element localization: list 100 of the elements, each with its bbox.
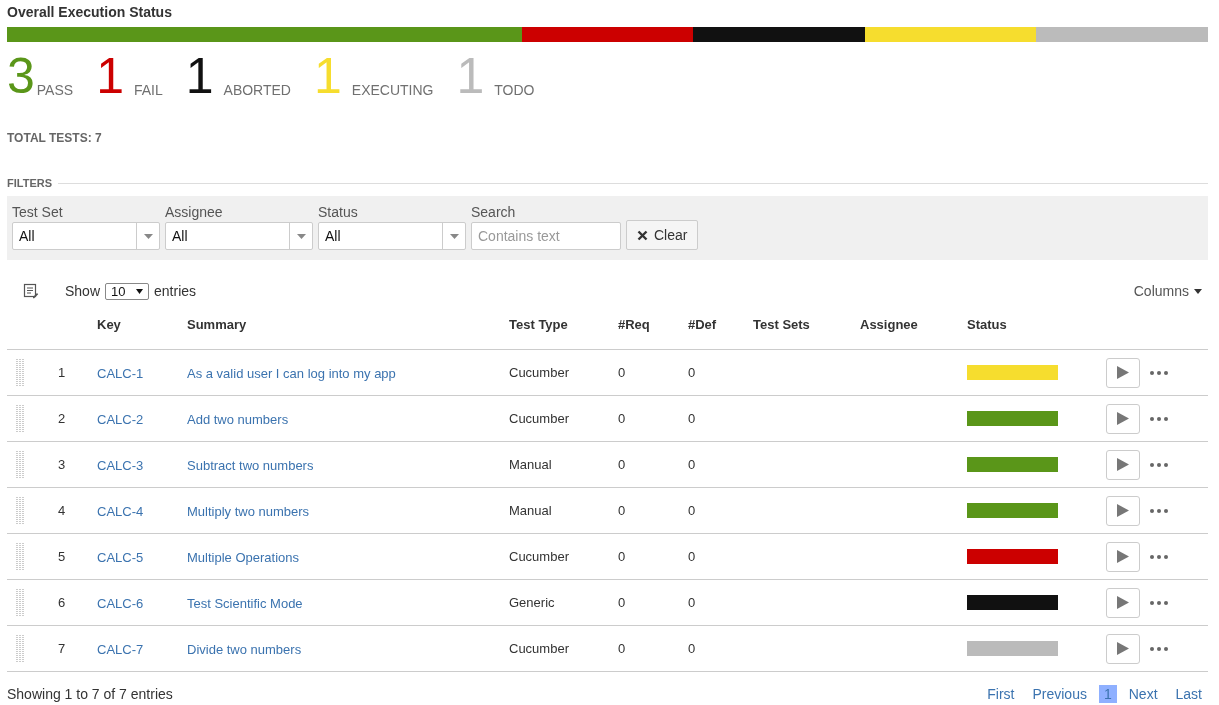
more-icon[interactable]: [1150, 600, 1168, 605]
issue-key-link[interactable]: CALC-6: [97, 595, 144, 611]
table-cell-text: 0: [688, 503, 697, 518]
play-button[interactable]: [1106, 633, 1140, 664]
close-icon: [637, 229, 648, 241]
drag-handle-icon[interactable]: [16, 542, 24, 571]
play-button[interactable]: [1106, 541, 1140, 572]
play-icon: [1117, 596, 1129, 609]
table-cell-text: 0: [688, 411, 697, 426]
column-header[interactable]: Summary: [187, 317, 509, 332]
clear-button[interactable]: Clear: [626, 220, 699, 250]
drag-handle-icon[interactable]: [16, 634, 24, 663]
more-icon[interactable]: [1150, 370, 1168, 375]
row-number: 2: [57, 411, 67, 426]
play-icon: [1117, 412, 1129, 425]
table-cell-text: Manual: [509, 503, 553, 518]
caret-icon: [296, 233, 306, 239]
summary-link[interactable]: As a valid user I can log into my app: [187, 365, 396, 381]
status-count: 1: [456, 55, 485, 97]
filter-dropdown[interactable]: All: [12, 222, 160, 250]
table-info: Showing 1 to 7 of 7 entries: [7, 686, 173, 702]
issue-key-link[interactable]: CALC-5: [97, 549, 144, 565]
drag-handle-icon[interactable]: [16, 496, 24, 525]
table-cell-text: 0: [688, 457, 697, 472]
table-cell-text: 0: [688, 641, 697, 656]
play-button[interactable]: [1106, 449, 1140, 480]
summary-link[interactable]: Multiple Operations: [187, 549, 299, 565]
more-icon[interactable]: [1150, 646, 1168, 651]
status-label: ABORTED: [223, 83, 291, 97]
table-cell-text: Cucumber: [509, 365, 570, 380]
play-button[interactable]: [1106, 403, 1140, 434]
summary-link[interactable]: Multiply two numbers: [187, 503, 310, 519]
play-icon: [1117, 366, 1129, 379]
play-button[interactable]: [1106, 357, 1140, 388]
column-header[interactable]: #Def: [688, 317, 753, 332]
filter-label: Status: [318, 204, 359, 222]
section-title: Overall Execution Status: [7, 4, 173, 22]
summary-link[interactable]: Test Scientific Mode: [187, 595, 303, 611]
play-icon: [1117, 642, 1129, 655]
drag-handle-icon[interactable]: [16, 358, 24, 387]
row-number: 7: [57, 641, 67, 656]
summary-link[interactable]: Add two numbers: [187, 411, 289, 427]
summary-link[interactable]: Subtract two numbers: [187, 457, 314, 473]
table-cell-text: 0: [618, 549, 627, 564]
table-cell-text: 0: [618, 457, 627, 472]
table-cell-text: Manual: [509, 457, 553, 472]
issue-key-link[interactable]: CALC-3: [97, 457, 144, 473]
caret-icon: [143, 233, 153, 239]
more-icon[interactable]: [1150, 554, 1168, 559]
play-button[interactable]: [1106, 495, 1140, 526]
search-field[interactable]: Contains text: [471, 222, 621, 250]
issue-key-link[interactable]: CALC-4: [97, 503, 144, 519]
row-number: 6: [57, 595, 67, 610]
table-cell-text: 0: [688, 365, 697, 380]
column-header[interactable]: Status: [967, 317, 1106, 332]
first-page-link[interactable]: First: [981, 684, 1021, 704]
table-cell-text: Cucumber: [509, 549, 570, 564]
play-icon: [1117, 550, 1129, 563]
issue-key-link[interactable]: CALC-7: [97, 641, 144, 657]
filter-dropdown[interactable]: All: [318, 222, 466, 250]
page-size-select[interactable]: 10: [105, 282, 150, 300]
table-cell-text: 0: [688, 549, 697, 564]
drag-handle-icon[interactable]: [16, 404, 24, 433]
status-count: 1: [185, 55, 214, 97]
column-header[interactable]: Test Sets: [753, 317, 860, 332]
entries-label: entries: [154, 283, 197, 299]
summary-link[interactable]: Divide two numbers: [187, 641, 302, 657]
total-tests: TOTAL TESTS: 7: [7, 131, 103, 145]
more-icon[interactable]: [1150, 462, 1168, 467]
table-cell-text: 0: [688, 595, 697, 610]
next-page-link[interactable]: Next: [1122, 684, 1164, 704]
row-number: 5: [57, 549, 67, 564]
play-icon: [1117, 458, 1129, 471]
filter-dropdown[interactable]: All: [165, 222, 313, 250]
table-cell-text: Cucumber: [509, 641, 570, 656]
table-cell-text: 0: [618, 595, 627, 610]
status-count: 1: [96, 55, 124, 97]
column-header[interactable]: #Req: [618, 317, 688, 332]
issue-key-link[interactable]: CALC-1: [97, 365, 144, 381]
column-header[interactable]: Test Type: [509, 317, 618, 332]
play-icon: [1117, 504, 1129, 517]
table-cell-text: Cucumber: [509, 411, 570, 426]
filter-label: Assignee: [165, 204, 224, 222]
drag-handle-icon[interactable]: [16, 588, 24, 617]
table-cell-text: 0: [618, 365, 627, 380]
table-cell-text: Generic: [509, 595, 556, 610]
caret-icon: [136, 288, 144, 294]
column-header[interactable]: Key: [97, 317, 187, 332]
drag-handle-icon[interactable]: [16, 450, 24, 479]
last-page-link[interactable]: Last: [1169, 684, 1208, 704]
columns-button[interactable]: Columns: [1133, 283, 1208, 299]
list-edit-icon[interactable]: [23, 283, 39, 299]
column-header[interactable]: Assignee: [860, 317, 967, 332]
previous-page-link[interactable]: Previous: [1026, 684, 1093, 704]
play-button[interactable]: [1106, 587, 1140, 618]
more-icon[interactable]: [1150, 508, 1168, 513]
issue-key-link[interactable]: CALC-2: [97, 411, 144, 427]
more-icon[interactable]: [1150, 416, 1168, 421]
table-cell-text: 0: [618, 411, 627, 426]
filter-label: Test Set: [12, 204, 64, 222]
